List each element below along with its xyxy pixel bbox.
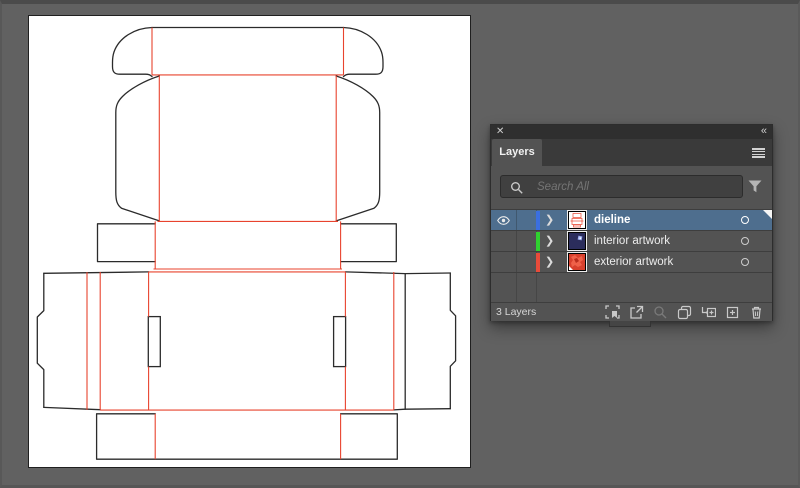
make-clipping-mask-icon[interactable] xyxy=(677,305,692,320)
column-divider xyxy=(536,273,537,303)
selected-corner-marker xyxy=(763,210,772,219)
search-row xyxy=(491,166,772,208)
column-divider xyxy=(516,231,517,252)
layer-thumbnail-exterior[interactable] xyxy=(568,253,586,271)
visibility-eye-icon[interactable] xyxy=(497,216,510,225)
layer-count-status: 3 Layers xyxy=(496,303,536,322)
new-sublayer-icon[interactable] xyxy=(701,305,716,320)
layer-color-bar xyxy=(536,211,540,230)
illustrator-canvas: ✕ « Layers xyxy=(0,0,800,488)
column-divider xyxy=(516,210,517,231)
chevron-right-icon[interactable]: ❯ xyxy=(545,234,555,248)
layer-row-interior-artwork[interactable]: ❯ interior artwork xyxy=(491,230,772,251)
column-divider xyxy=(516,252,517,273)
layer-color-bar xyxy=(536,253,540,272)
delete-trash-icon[interactable] xyxy=(749,305,764,320)
new-layer-icon[interactable] xyxy=(725,305,740,320)
export-icon[interactable] xyxy=(629,305,644,320)
layers-list-empty-area xyxy=(491,272,772,302)
panel-bottom-bar: 3 Layers xyxy=(491,302,772,321)
close-icon[interactable]: ✕ xyxy=(496,125,504,139)
panel-tab-row: Layers xyxy=(491,139,772,166)
search-box[interactable] xyxy=(500,175,743,198)
locate-object-icon[interactable] xyxy=(653,305,668,320)
search-input[interactable] xyxy=(535,176,735,197)
layer-name[interactable]: dieline xyxy=(594,210,630,231)
layer-color-bar xyxy=(536,232,540,251)
target-circle[interactable] xyxy=(741,216,749,224)
tab-layers[interactable]: Layers xyxy=(492,139,542,166)
layers-panel: ✕ « Layers xyxy=(490,124,773,321)
chevron-right-icon[interactable]: ❯ xyxy=(545,255,555,269)
panel-titlebar: ✕ « xyxy=(491,125,772,139)
layers-list: ❯ dieline ❯ xyxy=(491,209,772,272)
layer-name[interactable]: interior artwork xyxy=(594,231,670,252)
artboard xyxy=(28,15,471,468)
layer-row-dieline[interactable]: ❯ dieline xyxy=(491,209,772,230)
layer-thumbnail-dieline[interactable] xyxy=(568,211,586,229)
collect-for-export-icon[interactable] xyxy=(605,305,620,320)
chevron-right-icon[interactable]: ❯ xyxy=(545,213,555,227)
search-icon xyxy=(510,181,524,195)
target-circle[interactable] xyxy=(741,237,749,245)
collapse-panel-icon[interactable]: « xyxy=(761,124,766,138)
panel-menu-icon[interactable] xyxy=(752,148,765,158)
column-divider xyxy=(516,273,517,303)
layer-name[interactable]: exterior artwork xyxy=(594,252,673,273)
target-circle[interactable] xyxy=(741,258,749,266)
filter-funnel-icon[interactable] xyxy=(748,180,762,193)
panel-resize-handle[interactable] xyxy=(609,321,651,327)
layer-row-exterior-artwork[interactable]: ❯ exterior artwork xyxy=(491,251,772,272)
layer-thumbnail-interior[interactable] xyxy=(568,232,586,250)
